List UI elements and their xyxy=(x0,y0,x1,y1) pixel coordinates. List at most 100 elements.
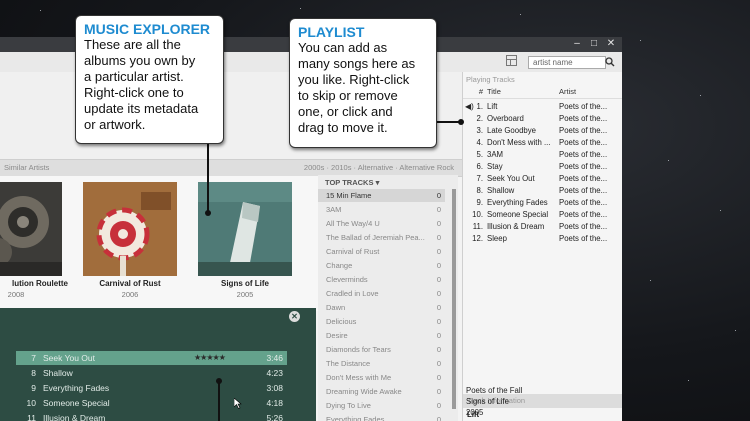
track-name: Cradled in Love xyxy=(326,289,379,298)
similar-artists-link[interactable]: Similar Artists xyxy=(4,160,49,176)
list-item[interactable]: Change 0 xyxy=(318,259,445,272)
table-row[interactable]: 2. Overboard Poets of the... xyxy=(463,113,622,125)
callout-pointer-line xyxy=(218,383,220,421)
album-cover[interactable] xyxy=(0,182,62,276)
album-grid: lution Roulette 2008 Carnival of Rust 20… xyxy=(0,176,318,311)
minimize-button[interactable]: – xyxy=(570,38,584,50)
list-item[interactable]: Dreaming Wide Awake 0 xyxy=(318,385,445,398)
table-row[interactable]: 10 Someone Special 4:18 xyxy=(16,396,287,410)
callout-line: one, or click and xyxy=(298,104,393,119)
list-item[interactable]: Diamonds for Tears 0 xyxy=(318,343,445,356)
playlist-header: Playing Tracks xyxy=(466,75,515,84)
play-count: 0 xyxy=(436,275,441,284)
track-name: 3AM xyxy=(326,205,342,214)
track-name: Dying To Live xyxy=(326,401,371,410)
callout-pointer-dot xyxy=(205,210,211,216)
list-item[interactable]: 3AM 0 xyxy=(318,203,445,216)
track-title: Don't Mess with ... xyxy=(487,138,551,147)
table-row[interactable]: 8 Shallow 4:23 xyxy=(16,366,287,380)
album-cover[interactable] xyxy=(83,182,177,276)
track-number: 11. xyxy=(472,222,483,231)
track-title: Illusion & Dream xyxy=(487,222,545,231)
playlist-panel: Playing Tracks # Title Artist ◀) 1. Lift… xyxy=(462,72,622,421)
search-icon[interactable] xyxy=(604,57,618,69)
star-rating[interactable]: ★★★★★ xyxy=(194,351,226,365)
scrollbar[interactable] xyxy=(452,189,456,409)
list-item[interactable]: Cleverminds 0 xyxy=(318,273,445,286)
track-artist: Poets of the... xyxy=(559,234,608,243)
genre-tags[interactable]: 2000s · 2010s · Alternative · Alternativ… xyxy=(304,160,454,176)
callout-line: update its metadata xyxy=(84,101,199,116)
list-item[interactable]: Delicious 0 xyxy=(318,315,445,328)
table-row[interactable]: 8. Shallow Poets of the... xyxy=(463,185,622,197)
list-item[interactable]: The Distance 0 xyxy=(318,357,445,370)
track-duration: 4:18 xyxy=(266,398,283,408)
track-name: Everything Fades xyxy=(326,415,385,421)
track-number: 8. xyxy=(476,186,483,195)
list-item[interactable]: The Ballad of Jeremiah Pea... 0 xyxy=(318,231,445,244)
table-row[interactable]: 11 Illusion & Dream 5:26 xyxy=(16,411,287,421)
play-count: 0 xyxy=(436,317,441,326)
list-item[interactable]: Don't Mess with Me 0 xyxy=(318,371,445,384)
view-layout-icon[interactable] xyxy=(506,55,517,66)
play-count: 0 xyxy=(436,387,441,396)
table-row[interactable]: 7. Seek You Out Poets of the... xyxy=(463,173,622,185)
track-title: Someone Special xyxy=(487,210,549,219)
track-number: 5. xyxy=(476,150,483,159)
column-artist[interactable]: Artist xyxy=(559,86,576,98)
table-row[interactable]: 5. 3AM Poets of the... xyxy=(463,149,622,161)
table-row[interactable]: 6. Stay Poets of the... xyxy=(463,161,622,173)
table-row[interactable]: 4. Don't Mess with ... Poets of the... xyxy=(463,137,622,149)
table-row[interactable]: ◀) 1. Lift Poets of the... xyxy=(463,101,622,113)
track-title: Sleep xyxy=(487,234,507,243)
search-input[interactable]: artist name xyxy=(528,56,606,69)
top-tracks-panel: TOP TRACKS ▾ 15 Min Flame 0 3AM 0 All The … xyxy=(318,175,458,421)
column-number[interactable]: # xyxy=(465,86,483,98)
table-row[interactable]: 9 Everything Fades 3:08 xyxy=(16,381,287,395)
star xyxy=(688,380,689,381)
close-button[interactable]: ✕ xyxy=(604,38,618,50)
track-duration: 5:26 xyxy=(266,413,283,421)
playlist-callout: PLAYLIST You can add as many songs here … xyxy=(289,18,437,148)
top-tracks-header[interactable]: TOP TRACKS ▾ xyxy=(325,178,379,187)
track-name: Delicious xyxy=(326,317,357,326)
album-title[interactable]: Carnival of Rust xyxy=(70,279,190,288)
track-number: 4. xyxy=(476,138,483,147)
list-item[interactable]: All The Way/4 U 0 xyxy=(318,217,445,230)
album-year: 2008 xyxy=(7,290,25,299)
table-row[interactable]: 3. Late Goodbye Poets of the... xyxy=(463,125,622,137)
track-artist: Poets of the... xyxy=(559,174,608,183)
track-title: Shallow xyxy=(487,186,515,195)
album-title[interactable]: Signs of Life xyxy=(185,279,305,288)
track-title: Everything Fades xyxy=(487,198,548,207)
play-count: 0 xyxy=(436,401,441,410)
track-number: 6. xyxy=(476,162,483,171)
list-item[interactable]: Carnival of Rust 0 xyxy=(318,245,445,258)
track-number: 9. xyxy=(476,198,483,207)
maximize-button[interactable]: □ xyxy=(587,38,601,50)
table-row[interactable]: 10. Someone Special Poets of the... xyxy=(463,209,622,221)
table-row[interactable]: 11. Illusion & Dream Poets of the... xyxy=(463,221,622,233)
close-icon[interactable]: ✕ xyxy=(289,311,300,322)
table-row[interactable]: 9. Everything Fades Poets of the... xyxy=(463,197,622,209)
callout-body: You can add as many songs here as you li… xyxy=(298,40,415,136)
list-item[interactable]: Dawn 0 xyxy=(318,301,445,314)
list-item[interactable]: Cradled in Love 0 xyxy=(318,287,445,300)
table-row[interactable]: 7 Seek You Out ★★★★★ 3:46 xyxy=(16,351,287,365)
play-count: 0 xyxy=(436,331,441,340)
track-number: 12. xyxy=(472,234,483,243)
list-item[interactable]: Dying To Live 0 xyxy=(318,399,445,412)
table-row[interactable]: 12. Sleep Poets of the... xyxy=(463,233,622,245)
track-duration: 3:08 xyxy=(266,383,283,393)
play-count: 0 xyxy=(436,205,441,214)
list-item[interactable]: Desire 0 xyxy=(318,329,445,342)
track-artist: Poets of the... xyxy=(559,222,608,231)
callout-line: These are all the xyxy=(84,37,181,52)
play-count: 0 xyxy=(436,191,441,200)
track-number: 7. xyxy=(476,174,483,183)
list-item[interactable]: Everything Fades 0 xyxy=(318,413,445,421)
album-cover[interactable] xyxy=(198,182,292,276)
track-info-album: Signs of Life xyxy=(466,397,509,406)
column-title[interactable]: Title xyxy=(487,86,501,98)
list-item[interactable]: 15 Min Flame 0 xyxy=(318,189,445,202)
